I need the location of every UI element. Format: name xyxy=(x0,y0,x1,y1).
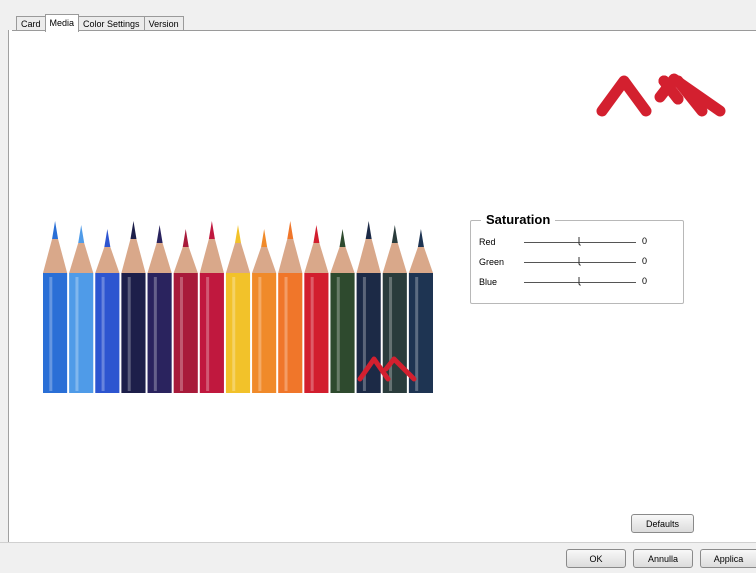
cancel-button[interactable]: Annulla xyxy=(633,549,693,568)
pencil-highlight xyxy=(258,277,262,391)
properties-window: Card Media Color Settings Version Satura… xyxy=(0,0,756,573)
pencil-tip xyxy=(417,229,424,247)
pencil-highlight xyxy=(179,277,183,391)
blue-slider-thumb[interactable] xyxy=(578,277,582,286)
pencil-highlight xyxy=(310,277,314,391)
saturation-group: Saturation Red 0 Green 0 Blue 0 xyxy=(470,212,684,304)
pencil-body xyxy=(330,273,355,393)
pencil-wood xyxy=(147,243,172,273)
pencil-wood xyxy=(95,247,120,273)
pencil-tip xyxy=(78,225,85,243)
red-value: 0 xyxy=(642,236,648,246)
tab-strip: Card Media Color Settings Version xyxy=(16,14,184,32)
green-slider-thumb[interactable] xyxy=(578,257,582,266)
pencil-highlight xyxy=(206,277,210,391)
brand-logo-icon xyxy=(596,73,726,117)
pencil-wood xyxy=(252,247,277,273)
colored-pencils-image xyxy=(43,221,433,393)
pencil-body xyxy=(225,273,251,393)
pencil-wood xyxy=(382,243,407,273)
blue-value: 0 xyxy=(642,276,648,286)
pencil-highlight xyxy=(336,277,340,391)
dialog-button-bar: OK Annulla Applica xyxy=(0,542,756,573)
pencil-highlight xyxy=(49,277,53,391)
red-slider-thumb[interactable] xyxy=(578,237,582,246)
pencil-tip xyxy=(339,229,346,247)
pencil-wood xyxy=(69,243,94,273)
pencil-tip xyxy=(156,225,163,243)
saturation-row-blue: Blue 0 xyxy=(479,275,679,289)
pencil-body xyxy=(43,273,68,393)
pencil-tip xyxy=(52,221,59,239)
pencil-body xyxy=(252,273,277,393)
pencil-highlight xyxy=(101,277,105,391)
pencil-tip xyxy=(130,221,137,239)
pencil-highlight xyxy=(127,277,131,391)
pencil-wood xyxy=(304,243,329,273)
apply-button[interactable]: Applica xyxy=(700,549,756,568)
red-label: Red xyxy=(479,237,496,247)
saturation-row-green: Green 0 xyxy=(479,255,679,269)
pencil-body xyxy=(95,273,120,393)
pencil-body xyxy=(147,273,172,393)
saturation-title: Saturation xyxy=(481,212,556,227)
pencil-body xyxy=(278,273,303,393)
saturation-row-red: Red 0 xyxy=(479,235,679,249)
pencil-body xyxy=(69,273,94,393)
pencil-tip xyxy=(235,225,241,243)
ok-button[interactable]: OK xyxy=(566,549,626,568)
pencil-tip xyxy=(313,225,320,243)
pencil-wood xyxy=(356,239,381,273)
pencil-tip xyxy=(208,221,215,239)
pencil-wood xyxy=(121,239,146,273)
pencil-highlight xyxy=(153,277,157,391)
pencil-wood xyxy=(173,247,198,273)
pencil-body xyxy=(304,273,329,393)
green-value: 0 xyxy=(642,256,648,266)
green-label: Green xyxy=(479,257,505,267)
pencil-wood xyxy=(199,239,224,273)
pencil-tip xyxy=(365,221,372,239)
tab-media[interactable]: Media xyxy=(44,14,80,32)
pencil-wood xyxy=(43,239,68,273)
pencil-wood xyxy=(278,239,303,273)
pencil-wood xyxy=(408,247,433,273)
pencil-body xyxy=(121,273,146,393)
defaults-button[interactable]: Defaults xyxy=(631,514,694,533)
blue-label: Blue xyxy=(479,277,498,287)
pencil-tip xyxy=(104,229,111,247)
pencil-tip xyxy=(287,221,294,239)
pencil-highlight xyxy=(284,277,288,391)
media-panel: Saturation Red 0 Green 0 Blue 0 Defaults xyxy=(12,30,756,543)
pencil-highlight xyxy=(389,277,393,391)
pencil-body xyxy=(173,273,198,393)
pencil-tip xyxy=(182,229,189,247)
pencil-tip xyxy=(391,225,398,243)
pencil-highlight xyxy=(232,277,236,391)
pencil-wood xyxy=(225,243,251,273)
pencil-body xyxy=(199,273,224,393)
pencil-tip xyxy=(261,229,268,247)
pencil-highlight xyxy=(415,277,419,391)
pencil-wood xyxy=(330,247,355,273)
pencil-highlight xyxy=(75,277,79,391)
